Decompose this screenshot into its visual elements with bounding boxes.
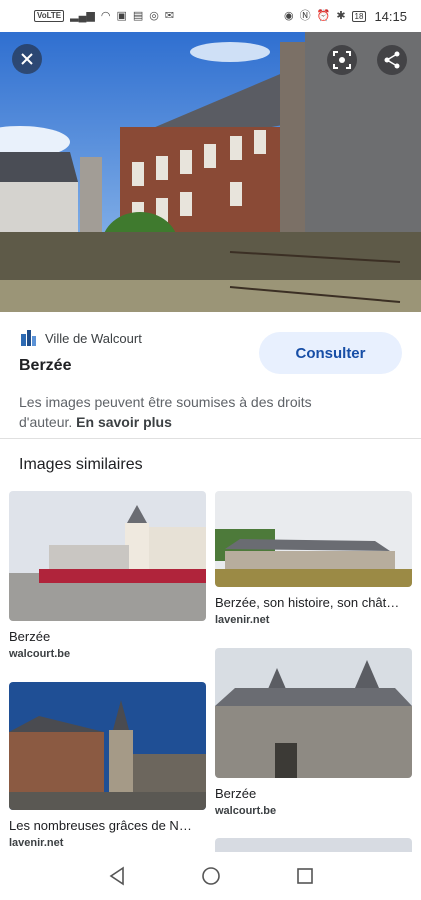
similar-domain-4: lavenir.net bbox=[9, 837, 64, 849]
notification-icon: ▣ bbox=[116, 9, 127, 22]
status-right: ◉ Ⓝ ⏰ ✱ 18 14:15 bbox=[284, 9, 407, 24]
battery-level: 18 bbox=[354, 11, 364, 21]
similar-domain-1: walcourt.be bbox=[9, 648, 71, 660]
home-icon bbox=[201, 867, 220, 885]
similar-images-heading: Images similaires bbox=[19, 456, 143, 473]
status-left: VoLTE ▂▄▆ ◠ ▣ ▤ ◎ ✉ bbox=[34, 10, 174, 22]
similar-caption-2: Berzée, son histoire, son chât… bbox=[215, 595, 400, 610]
lens-button[interactable] bbox=[327, 45, 357, 75]
similar-image-2 bbox=[215, 491, 412, 587]
back-icon bbox=[109, 866, 124, 886]
consult-button[interactable]: Consulter bbox=[259, 332, 402, 374]
wifi-icon: ◠ bbox=[100, 9, 111, 22]
learn-more-link[interactable]: En savoir plus bbox=[76, 414, 172, 430]
source-name: Ville de Walcourt bbox=[45, 330, 142, 346]
alarm-icon: ⏰ bbox=[316, 9, 331, 22]
share-button[interactable] bbox=[377, 45, 407, 75]
recents-icon bbox=[296, 868, 313, 884]
source-row[interactable]: Ville de Walcourt bbox=[19, 329, 142, 347]
similar-card-4[interactable]: Les nombreuses grâces de N… lavenir.net bbox=[9, 682, 206, 849]
similar-card-2[interactable]: Berzée, son histoire, son chât… lavenir.… bbox=[215, 491, 412, 626]
similar-image-4 bbox=[9, 682, 206, 810]
cloud-icon: ▤ bbox=[132, 9, 144, 22]
home-button[interactable] bbox=[199, 864, 223, 888]
similar-image-1 bbox=[9, 491, 206, 621]
close-icon bbox=[21, 53, 33, 65]
volte-icon: VoLTE bbox=[34, 10, 65, 22]
back-button[interactable] bbox=[105, 864, 129, 888]
similar-image-3 bbox=[215, 648, 412, 778]
hero-image[interactable] bbox=[0, 32, 421, 312]
hero-photo bbox=[0, 32, 421, 312]
rights-notice: Les images peuvent être soumises à des d… bbox=[19, 392, 349, 432]
similar-card-3[interactable]: Berzée walcourt.be bbox=[215, 648, 412, 817]
nfc-icon: Ⓝ bbox=[299, 9, 311, 22]
eye-icon: ◉ bbox=[284, 9, 294, 22]
signal-icon: ▂▄▆ bbox=[70, 9, 95, 22]
similar-card-partial[interactable] bbox=[215, 838, 412, 852]
clock-time: 14:15 bbox=[374, 8, 407, 24]
close-button[interactable] bbox=[12, 44, 42, 74]
share-icon bbox=[384, 51, 400, 69]
mail-icon: ✉ bbox=[164, 9, 175, 22]
bluetooth-icon: ✱ bbox=[336, 9, 346, 22]
similar-caption-3: Berzée bbox=[215, 786, 257, 801]
similar-domain-2: lavenir.net bbox=[215, 614, 270, 626]
status-bar: VoLTE ▂▄▆ ◠ ▣ ▤ ◎ ✉ ◉ Ⓝ ⏰ ✱ 18 14:15 bbox=[0, 0, 421, 32]
lens-icon bbox=[333, 51, 351, 69]
system-nav-bar bbox=[0, 852, 421, 900]
similar-caption-4: Les nombreuses grâces de N… bbox=[9, 818, 192, 833]
similar-caption-1: Berzée bbox=[9, 629, 51, 644]
android-icon: ◎ bbox=[149, 9, 159, 22]
battery-icon: 18 bbox=[351, 10, 367, 22]
divider bbox=[0, 438, 421, 439]
similar-domain-3: walcourt.be bbox=[215, 805, 277, 817]
similar-card-1[interactable]: Berzée walcourt.be bbox=[9, 491, 206, 660]
recents-button[interactable] bbox=[293, 864, 317, 888]
walcourt-logo-icon bbox=[21, 330, 36, 346]
image-title: Berzée bbox=[19, 357, 72, 374]
